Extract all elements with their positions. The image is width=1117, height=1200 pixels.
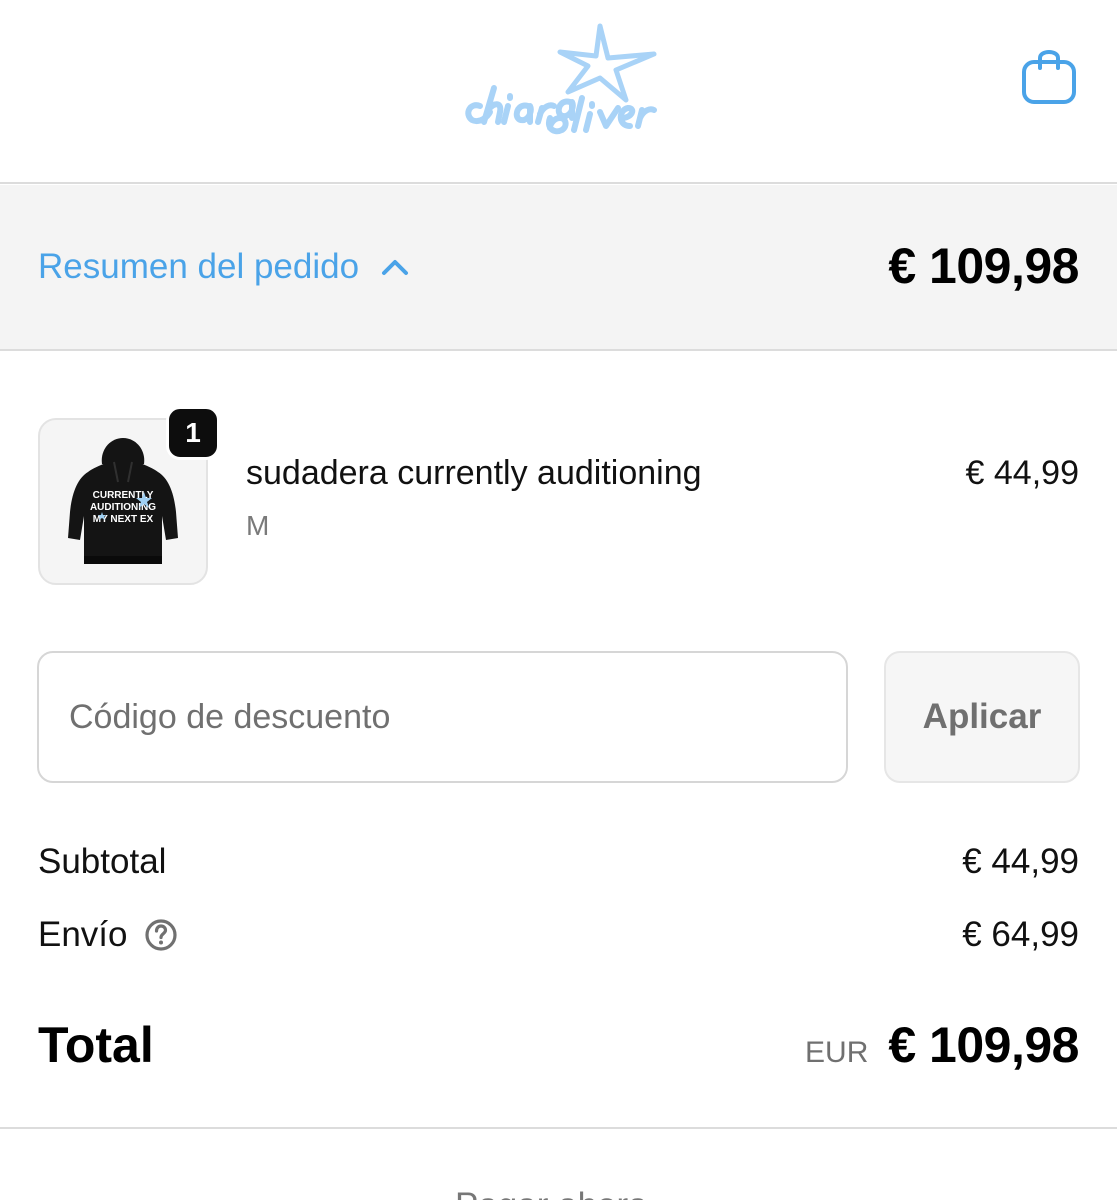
divider [0,1127,1117,1129]
shipping-row: Envío € 64,99 [38,915,1079,963]
subtotal-label: Subtotal [38,842,167,881]
subtotal-row: Subtotal € 44,99 [38,842,1079,890]
discount-code-input[interactable] [37,651,848,783]
total-value: € 109,98 [888,1017,1079,1073]
shipping-label-group: Envío [38,915,178,955]
chevron-up-icon [382,260,409,275]
total-amount-group: EUR € 109,98 [805,1016,1079,1074]
currency-code: EUR [805,1036,869,1069]
header [0,0,1117,184]
product-variant: M [246,510,270,541]
shopping-bag-icon[interactable] [1020,46,1078,106]
product-price: € 44,99 [965,454,1079,492]
total-label: Total [38,1017,154,1073]
brand-logo[interactable] [450,18,665,136]
order-summary-header[interactable]: Resumen del pedido [38,245,409,289]
order-summary-label: Resumen del pedido [38,247,360,286]
question-circle-icon[interactable] [144,918,178,952]
order-summary-toggle[interactable]: Resumen del pedido € 109,98 [0,185,1117,351]
apply-discount-button[interactable]: Aplicar [884,651,1080,783]
quantity-badge: 1 [166,406,220,460]
cart-line-item: CURRENTLY AUDITIONING MY NEXT EX 1 sudad… [38,406,1079,588]
shipping-label: Envío [38,915,128,954]
product-name: sudadera currently auditioning [246,454,702,492]
order-summary-total: € 109,98 [888,238,1079,294]
pay-now-label[interactable]: Pagar ahora [455,1186,648,1200]
shipping-value: € 64,99 [962,915,1079,954]
subtotal-value: € 44,99 [962,842,1079,881]
